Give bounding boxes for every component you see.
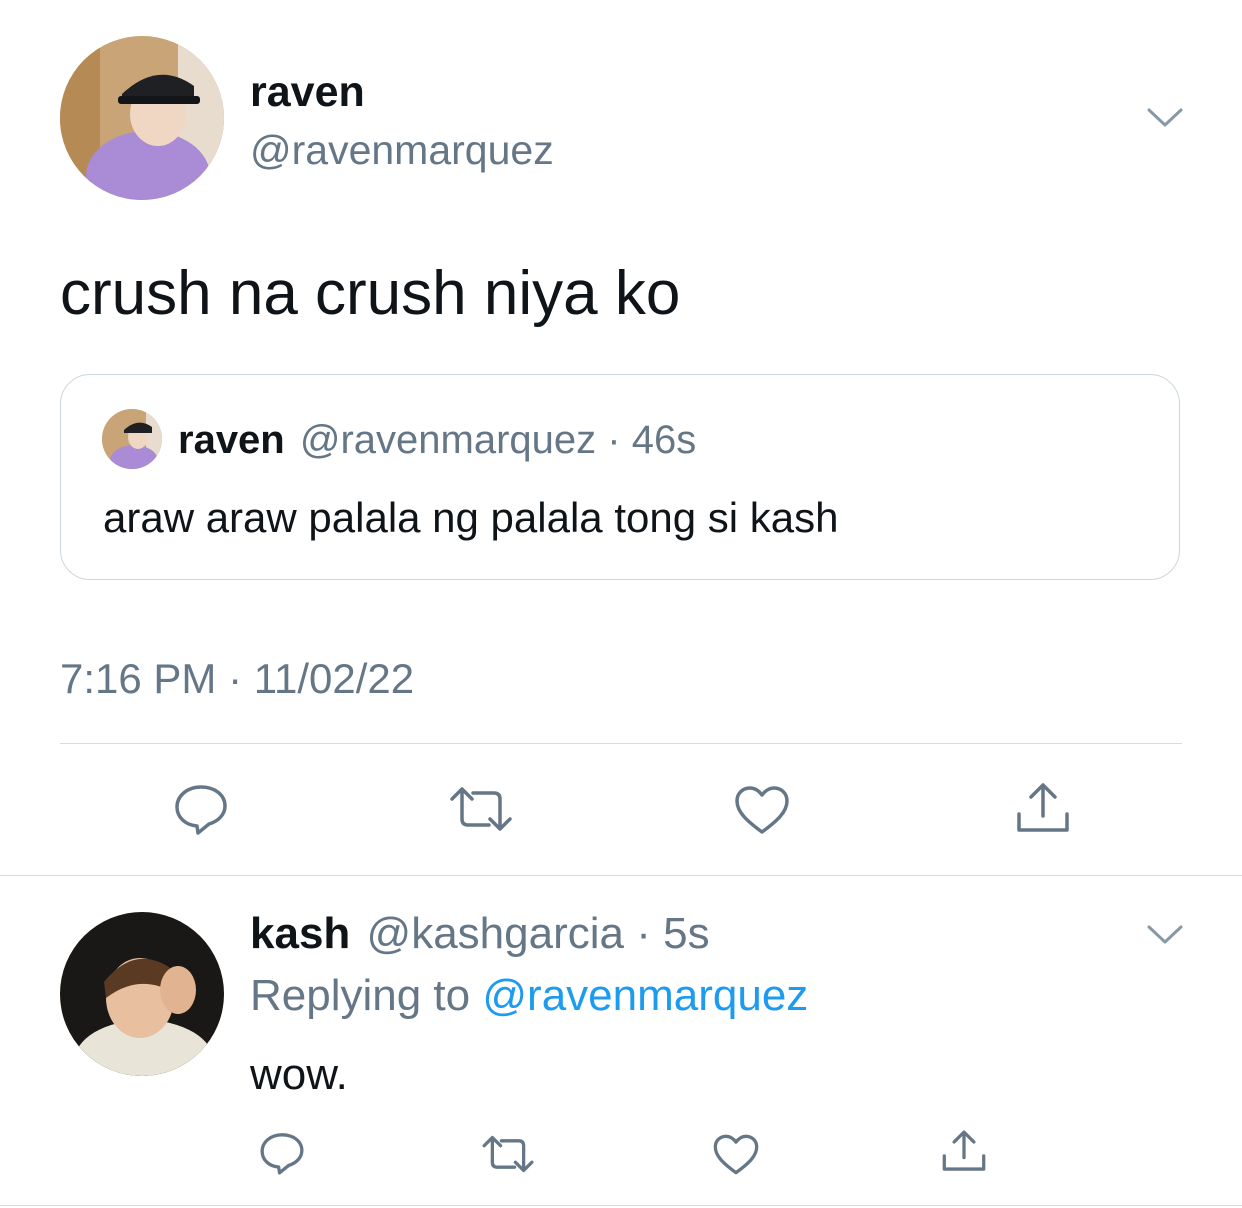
like-icon[interactable] [733, 784, 791, 836]
retweet-icon[interactable] [447, 785, 515, 833]
reply-icon[interactable] [258, 1130, 306, 1176]
main-display-name[interactable]: raven [250, 68, 365, 116]
quoted-display-name[interactable]: raven [178, 418, 285, 462]
quoted-header: raven @ravenmarquez · 46s [178, 417, 696, 463]
main-avatar[interactable] [60, 36, 224, 200]
share-icon[interactable] [1014, 780, 1072, 836]
main-handle[interactable]: @ravenmarquez [250, 126, 554, 174]
replying-prefix: Replying to [250, 971, 471, 1020]
avatar-photo [60, 36, 224, 200]
like-icon[interactable] [712, 1133, 760, 1176]
reply-header: kash @kashgarcia · 5s [250, 909, 710, 959]
main-timestamp[interactable]: 7:16 PM · 11/02/22 [60, 654, 414, 704]
share-icon[interactable] [940, 1128, 988, 1174]
avatar-photo [60, 912, 224, 1076]
quoted-time: · 46s [607, 418, 697, 462]
reply-icon[interactable] [172, 782, 230, 836]
reply-time: · 5s [636, 909, 710, 958]
quoted-avatar [102, 409, 162, 469]
reply-handle[interactable]: @kashgarcia [367, 909, 624, 958]
reply-tweet-text: wow. [250, 1050, 348, 1099]
tweet-separator [0, 875, 1242, 876]
bottom-separator [0, 1205, 1242, 1206]
chevron-down-icon[interactable] [1146, 106, 1184, 130]
replying-to: Replying to @ravenmarquez [250, 971, 808, 1021]
quoted-tweet-card[interactable] [60, 374, 1180, 580]
quoted-tweet-text: araw araw palala ng palala tong si kash [103, 494, 839, 541]
action-divider-top [60, 743, 1182, 744]
reply-avatar[interactable] [60, 912, 224, 1076]
avatar-photo [102, 409, 162, 469]
retweet-icon[interactable] [480, 1134, 536, 1174]
quoted-handle[interactable]: @ravenmarquez [300, 418, 596, 462]
replying-handle-link[interactable]: @ravenmarquez [482, 971, 808, 1020]
chevron-down-icon[interactable] [1146, 923, 1184, 947]
main-tweet-text: crush na crush niya ko [60, 259, 681, 328]
reply-display-name[interactable]: kash [250, 909, 350, 958]
